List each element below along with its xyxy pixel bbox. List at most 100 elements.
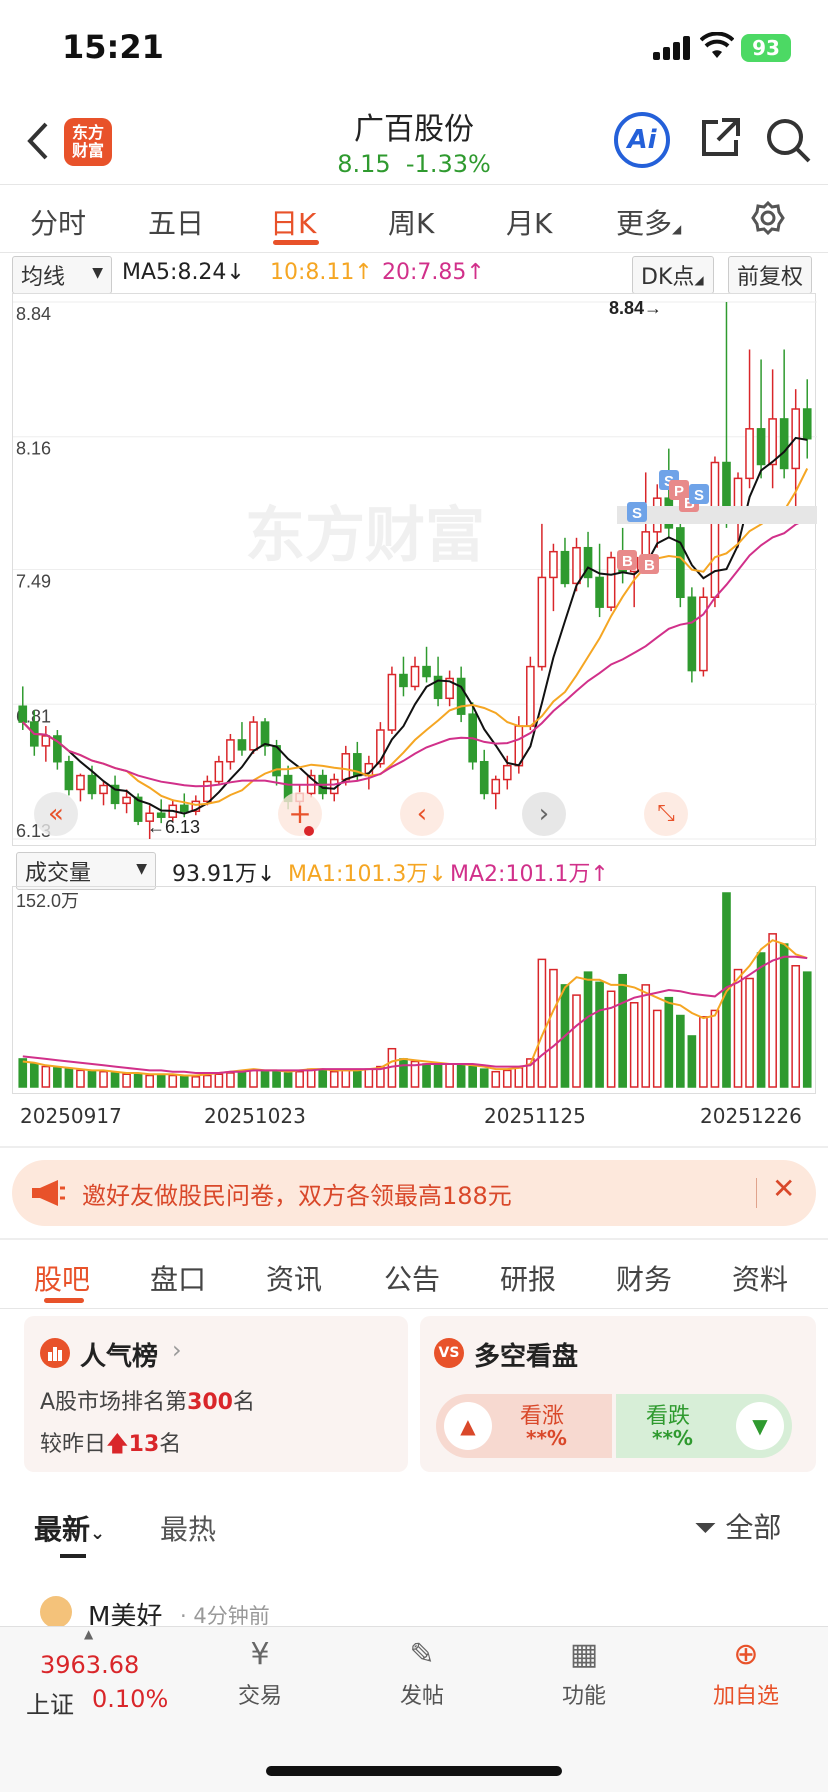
candle-body [456, 677, 466, 715]
volume-bar [214, 1073, 224, 1088]
tab-five-day[interactable]: 五日 [148, 202, 204, 242]
bearish-value: **% [652, 1426, 693, 1450]
prev-button[interactable]: ‹ [400, 792, 444, 836]
feed-filter[interactable]: ⏷ 全部 [694, 1506, 781, 1546]
volume-bar [699, 1016, 708, 1088]
volume-bar [687, 1035, 697, 1088]
candle-body [710, 461, 720, 599]
popularity-card[interactable]: 人气榜 › A股市场排名第300名 较昨日🡅13名 [24, 1316, 408, 1472]
candlestick-chart[interactable]: 8.84 8.16 7.49 6.81 6.13 东方财富 8.84→ ←6.13 B B S S P B… [12, 293, 817, 846]
post-button[interactable]: ✎ 发帖 [362, 1637, 482, 1710]
volume-bar [87, 1070, 97, 1088]
bearish-button[interactable]: 看跌 **% ▼ [616, 1394, 792, 1458]
volume-bar [306, 1068, 316, 1088]
candle-body [341, 753, 351, 781]
tab-order-book[interactable]: 盘口 [150, 1258, 206, 1298]
tab-research[interactable]: 研报 [500, 1258, 556, 1298]
adjust-mode-button[interactable]: 前复权 [728, 256, 812, 294]
candle-body [802, 408, 812, 440]
gear-icon[interactable] [750, 200, 786, 236]
candle-body [214, 760, 224, 783]
price-tick-label: 8.84 [16, 304, 51, 324]
rewind-button[interactable]: « [34, 792, 78, 836]
ma20-label: 20:7.85↑ [382, 260, 485, 285]
indicator-select[interactable]: 均线 ▼ [12, 256, 112, 294]
volume-bar [502, 1069, 512, 1088]
header-divider [0, 184, 828, 185]
volume-bar [272, 1070, 281, 1088]
candle-body [745, 428, 754, 480]
tab-news[interactable]: 资讯 [266, 1258, 322, 1298]
index-value[interactable]: 3963.68 [40, 1651, 139, 1679]
volume-bar [110, 1072, 120, 1088]
tab-forum[interactable]: 股吧 [34, 1258, 90, 1298]
volume-bar [283, 1072, 293, 1088]
expand-icon[interactable]: ⤡ [644, 792, 688, 836]
sentiment-card[interactable]: VS 多空看盘 ▲ 看涨 **% 看跌 **% ▼ [420, 1316, 816, 1472]
dk-point-button[interactable]: DK点◢ [632, 256, 714, 294]
volume-select-value: 成交量 [25, 861, 92, 886]
promo-banner[interactable]: 邀好友做股民问卷，双方各领最高188元 ✕ [12, 1160, 816, 1226]
candle-body [502, 764, 512, 781]
dropdown-caret-icon: ▼ [136, 861, 147, 877]
functions-button[interactable]: ▦ 功能 [524, 1637, 644, 1710]
tab-profile[interactable]: 资料 [732, 1258, 788, 1298]
volume-bar [191, 1076, 201, 1088]
tab-announcements[interactable]: 公告 [384, 1258, 440, 1298]
tab-intraday[interactable]: 分时 [30, 202, 86, 242]
volume-select[interactable]: 成交量 ▼ [16, 852, 156, 890]
feed-tab-latest[interactable]: 最新⌄ [34, 1508, 105, 1548]
rank-text: A股市场排名第 [40, 1390, 188, 1415]
feed-tab-indicator [60, 1554, 86, 1558]
tab-weekly-k[interactable]: 周K [388, 202, 434, 242]
bullish-button[interactable]: ▲ 看涨 **% [436, 1394, 612, 1458]
candle-body [676, 527, 685, 599]
next-button[interactable]: › [522, 792, 566, 836]
avatar[interactable] [40, 1596, 72, 1628]
trade-button[interactable]: ¥ 交易 [200, 1637, 320, 1710]
volume-bar [99, 1070, 108, 1088]
period-tabs: 分时 五日 日K 周K 月K 更多◢ [0, 190, 828, 250]
volume-bar [479, 1068, 489, 1088]
volume-chart[interactable]: 152.0万 [12, 886, 816, 1094]
search-icon[interactable] [764, 116, 812, 164]
candle-body [226, 739, 235, 763]
share-icon[interactable] [698, 116, 742, 160]
post-label: 发帖 [399, 1684, 444, 1709]
high-marker: 8.84→ [609, 298, 662, 318]
crosshair-button[interactable]: + [278, 792, 322, 836]
volume-bar [179, 1076, 189, 1088]
active-subtab-indicator [44, 1298, 84, 1303]
watermark-text: 东方财富 [245, 501, 485, 571]
stock-change: -1.33% [405, 150, 491, 178]
volume-bar [768, 933, 777, 1088]
triangle-up-icon: ▲ [84, 1627, 94, 1641]
volume-bar [168, 1074, 178, 1088]
rank-line: A股市场排名第300名 [40, 1384, 255, 1416]
feed-tab-hot[interactable]: 最热 [160, 1508, 216, 1548]
tab-daily-k[interactable]: 日K [270, 202, 316, 242]
status-bar: 15:21 93 [0, 0, 828, 100]
candle-body [64, 760, 74, 791]
candle-body [99, 784, 108, 795]
volume-bar [318, 1069, 328, 1088]
close-icon[interactable]: ✕ [772, 1172, 795, 1205]
tab-finance[interactable]: 财务 [616, 1258, 672, 1298]
candle-body [18, 705, 28, 723]
cellular-signal-icon [653, 36, 691, 60]
tab-monthly-k[interactable]: 月K [506, 202, 552, 242]
add-watchlist-button[interactable]: ⊕ 加自选 [686, 1637, 806, 1710]
crosshair-dot [304, 826, 314, 836]
volume-bar [352, 1070, 362, 1088]
volume-bar [756, 952, 766, 1088]
content-tabs: 股吧 盘口 资讯 公告 研报 财务 资料 [0, 1238, 828, 1308]
volume-bar [133, 1073, 143, 1088]
index-name: 上证 [26, 1691, 74, 1719]
ai-assistant-button[interactable]: Ai [614, 112, 670, 168]
tab-more[interactable]: 更多◢ [616, 202, 681, 242]
active-tab-indicator [273, 240, 319, 245]
volume-bar [422, 1063, 431, 1088]
candle-body [526, 665, 535, 727]
candle-body [595, 576, 604, 608]
candle-body [410, 665, 420, 688]
